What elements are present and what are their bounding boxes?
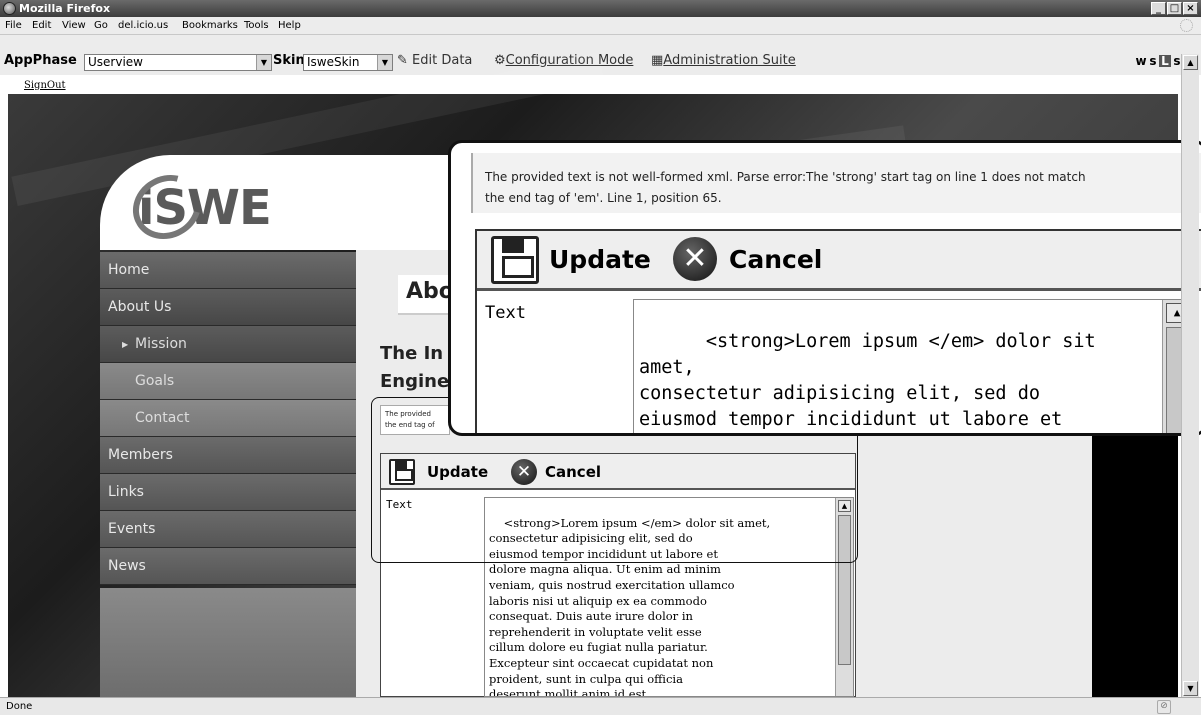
nav-contact[interactable]: Contact xyxy=(100,400,356,437)
nav-events[interactable]: Events xyxy=(100,511,356,548)
sidebar-filler xyxy=(100,588,356,697)
zoom-callout: The provided text is not well-formed xml… xyxy=(448,140,1201,436)
sidebar-nav: Home About Us ▶ Mission Goals Contact Mem… xyxy=(100,252,356,585)
menu-tools[interactable]: Tools xyxy=(244,20,269,31)
nav-members[interactable]: Members xyxy=(100,437,356,474)
menu-delicious[interactable]: del.icio.us xyxy=(118,20,168,31)
nav-goals[interactable]: Goals xyxy=(100,363,356,400)
menu-go[interactable]: Go xyxy=(94,20,108,31)
cancel-icon[interactable]: ✕ xyxy=(673,237,717,281)
menu-view[interactable]: View xyxy=(62,20,86,31)
page-scrollbar[interactable]: ▲ ▼ xyxy=(1181,54,1199,697)
window-title: Mozilla Firefox xyxy=(19,2,111,15)
skin-label: Skin xyxy=(273,53,305,68)
triangle-right-icon: ▶ xyxy=(122,340,129,349)
mode-switcher[interactable]: wsLs xyxy=(1135,54,1183,68)
gear-icon: ⚙ xyxy=(494,53,506,68)
status-icon: ⊘ xyxy=(1157,700,1171,714)
firefox-icon xyxy=(3,2,16,15)
status-text: Done xyxy=(6,701,33,712)
maximize-button[interactable]: □ xyxy=(1167,2,1182,15)
save-icon[interactable] xyxy=(491,236,539,284)
text-textarea[interactable]: <strong>Lorem ipsum </em> dolor sit amet… xyxy=(633,299,1193,433)
menu-bookmarks[interactable]: Bookmarks xyxy=(182,20,238,31)
admin-icon: ▦ xyxy=(651,53,664,68)
nav-news[interactable]: News xyxy=(100,548,356,585)
nav-about-us[interactable]: About Us xyxy=(100,289,356,326)
appphase-select[interactable]: Userview ▼ xyxy=(84,54,272,71)
scroll-up-icon[interactable]: ▲ xyxy=(1183,55,1198,70)
throbber-icon xyxy=(1180,19,1193,32)
pencil-icon: ✎ xyxy=(397,53,408,68)
skin-select[interactable]: IsweSkin ▼ xyxy=(303,54,393,71)
mode-l[interactable]: L xyxy=(1159,55,1171,67)
edit-data-link[interactable]: ✎ Edit Data xyxy=(397,53,472,68)
chevron-down-icon[interactable]: ▼ xyxy=(377,55,392,70)
cancel-button[interactable]: Cancel xyxy=(729,245,822,274)
text-field-label: Text xyxy=(485,303,526,323)
menu-edit[interactable]: Edit xyxy=(32,20,51,31)
minimize-button[interactable]: _ xyxy=(1151,2,1166,15)
menu-file[interactable]: File xyxy=(5,20,22,31)
menu-bar: File Edit View Go del.icio.us Bookmarks … xyxy=(0,17,1201,35)
nav-links[interactable]: Links xyxy=(100,474,356,511)
error-message: The provided text is not well-formed xml… xyxy=(471,153,1201,213)
menu-help[interactable]: Help xyxy=(278,20,301,31)
chevron-down-icon[interactable]: ▼ xyxy=(256,55,271,70)
administration-suite-link[interactable]: ▦Administration Suite xyxy=(651,53,796,68)
appphase-value: Userview xyxy=(88,55,143,69)
signout-link[interactable]: SignOut xyxy=(24,80,66,91)
nav-home[interactable]: Home xyxy=(100,252,356,289)
mode-w[interactable]: w xyxy=(1135,55,1147,67)
appphase-label: AppPhase xyxy=(4,53,77,68)
scroll-down-icon[interactable]: ▼ xyxy=(1183,681,1198,696)
status-bar: Done ⊘ xyxy=(0,697,1201,715)
skin-value: IsweSkin xyxy=(307,55,360,69)
update-button[interactable]: Update xyxy=(549,245,651,274)
page-subtitle: The In Engine xyxy=(380,343,450,392)
iswe-logo[interactable]: iSWE xyxy=(121,162,272,252)
close-button[interactable]: × xyxy=(1183,2,1198,15)
zoomed-editor: Update ✕ Cancel Text <strong>Lorem ipsum… xyxy=(475,229,1201,433)
window-titlebar: Mozilla Firefox _ □ × xyxy=(0,0,1201,17)
mode-s[interactable]: s xyxy=(1147,55,1159,67)
zoomed-editor-toolbar: Update ✕ Cancel xyxy=(477,231,1201,291)
nav-mission[interactable]: ▶ Mission xyxy=(100,326,356,363)
